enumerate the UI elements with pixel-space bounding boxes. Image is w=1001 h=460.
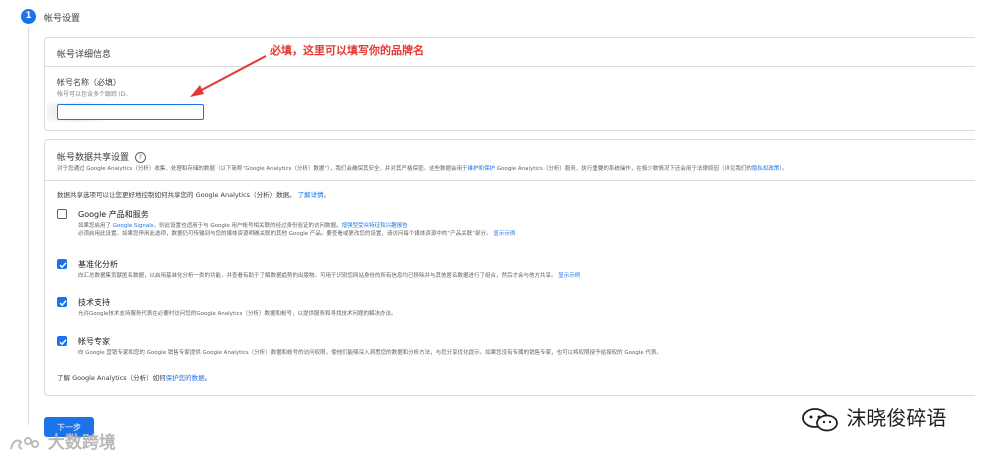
data-sharing-card: 帐号数据共享设置 ? 对于您通过 Google Analytics（分析）收集、… xyxy=(44,139,975,396)
step-title: 帐号设置 xyxy=(44,14,81,24)
account-name-input[interactable] xyxy=(58,110,203,125)
protect-data-link[interactable]: 保护您的数据 xyxy=(166,374,205,382)
option-title: 帐号专家 xyxy=(78,337,110,346)
option-title: 基准化分析 xyxy=(78,260,118,269)
description-text-2: Google Analytics（分析）服务、执行重要的系统操作，在极少数情况下… xyxy=(494,166,752,172)
option-title: Google 产品和服务 xyxy=(78,210,149,219)
footer-text: 。 xyxy=(204,374,212,382)
option-description-cont: 必须启用此设置。如果您停用此选项，数据仍可传输到与您的媒体资源明确关联的其他 G… xyxy=(78,229,515,237)
footer-text: 了解 Google Analytics（分析）如何 xyxy=(57,374,166,382)
privacy-policy-link[interactable]: 隐私权政策 xyxy=(752,166,780,172)
option-desc-text: 必须启用此设置。如果您停用此选项，数据仍可传输到与您的媒体资源明确关联的其他 G… xyxy=(78,231,492,237)
data-sharing-heading: 帐号数据共享设置 xyxy=(57,153,130,163)
data-sharing-intro: 数据共享选项可以让您更好地控制如何共享您的 Google Analytics（分… xyxy=(57,189,330,199)
step-number-badge: 1 xyxy=(21,9,36,24)
option-desc-text: 向汇总数据集贡献匿名数据，以启用基准化分析一类的功能，并查看有助于了解数据趋势的… xyxy=(78,273,557,279)
option-description: 允许Google技术支持服务代表在必要时访问您的Google Analytics… xyxy=(78,311,397,317)
account-details-card: 帐号详细信息 帐号名称（必填） 帐号可以包含多个跟踪 ID。 xyxy=(44,37,975,131)
description-text-3: ）。 xyxy=(779,166,788,172)
watermark-left-text: 大数跨境 xyxy=(47,433,116,453)
option-description: 如果您启用了 Google Signals，则此设置也适用于与 Google 用… xyxy=(78,221,408,229)
account-name-hint: 帐号可以包含多个跟踪 ID。 xyxy=(57,91,132,98)
data-protection-note: 了解 Google Analytics（分析）如何保护您的数据。 xyxy=(57,372,211,382)
checkmark-icon xyxy=(59,339,67,346)
option-description: 向 Google 营销专家和您的 Google 销售专家提供 Google An… xyxy=(78,350,663,356)
description-text-1: 对于您通过 Google Analytics（分析）收集、处理和存储的数据（以下… xyxy=(57,166,468,172)
benchmarking-checkbox[interactable] xyxy=(57,259,67,269)
help-icon[interactable]: ? xyxy=(134,152,146,163)
option-description: 向汇总数据集贡献匿名数据，以启用基准化分析一类的功能，并查看有助于了解数据趋势的… xyxy=(78,271,580,279)
option-title: 技术支持 xyxy=(78,298,110,307)
intro-text: 数据共享选项可以让您更好地控制如何共享您的 Google Analytics（分… xyxy=(57,191,296,199)
watermark-right-text: 沫晓俊碎语 xyxy=(846,406,947,430)
checkmark-icon xyxy=(59,262,67,269)
data-sharing-description: 对于您通过 Google Analytics（分析）收集、处理和存储的数据（以下… xyxy=(57,164,788,172)
card-divider xyxy=(45,66,975,67)
show-example-link[interactable]: 显示示例 xyxy=(558,273,580,279)
watermark-logo-icon xyxy=(10,437,39,450)
card-divider xyxy=(45,180,975,181)
account-specialists-checkbox[interactable] xyxy=(57,336,67,346)
checkmark-icon xyxy=(59,300,67,307)
watermark-left: 大数跨境 xyxy=(8,428,116,453)
account-name-field[interactable] xyxy=(57,104,204,125)
account-details-heading: 帐号详细信息 xyxy=(57,50,112,60)
account-name-label: 帐号名称（必填） xyxy=(57,78,121,87)
step-connector-line xyxy=(28,27,29,425)
show-example-link[interactable]: 显示示例 xyxy=(493,231,515,237)
watermark-right: 沫晓俊碎语 xyxy=(800,402,946,433)
data-sharing-heading-row: 帐号数据共享设置 ? xyxy=(57,150,146,163)
technical-support-checkbox[interactable] xyxy=(57,297,67,307)
wechat-icon xyxy=(802,407,838,431)
maintain-protect-link[interactable]: 维护和保护 xyxy=(467,166,495,172)
google-products-checkbox[interactable] xyxy=(57,209,67,219)
learn-more-link[interactable]: 了解详情。 xyxy=(298,191,331,199)
annotation-text: 必填，这里可以填写你的品牌名 xyxy=(270,44,424,57)
